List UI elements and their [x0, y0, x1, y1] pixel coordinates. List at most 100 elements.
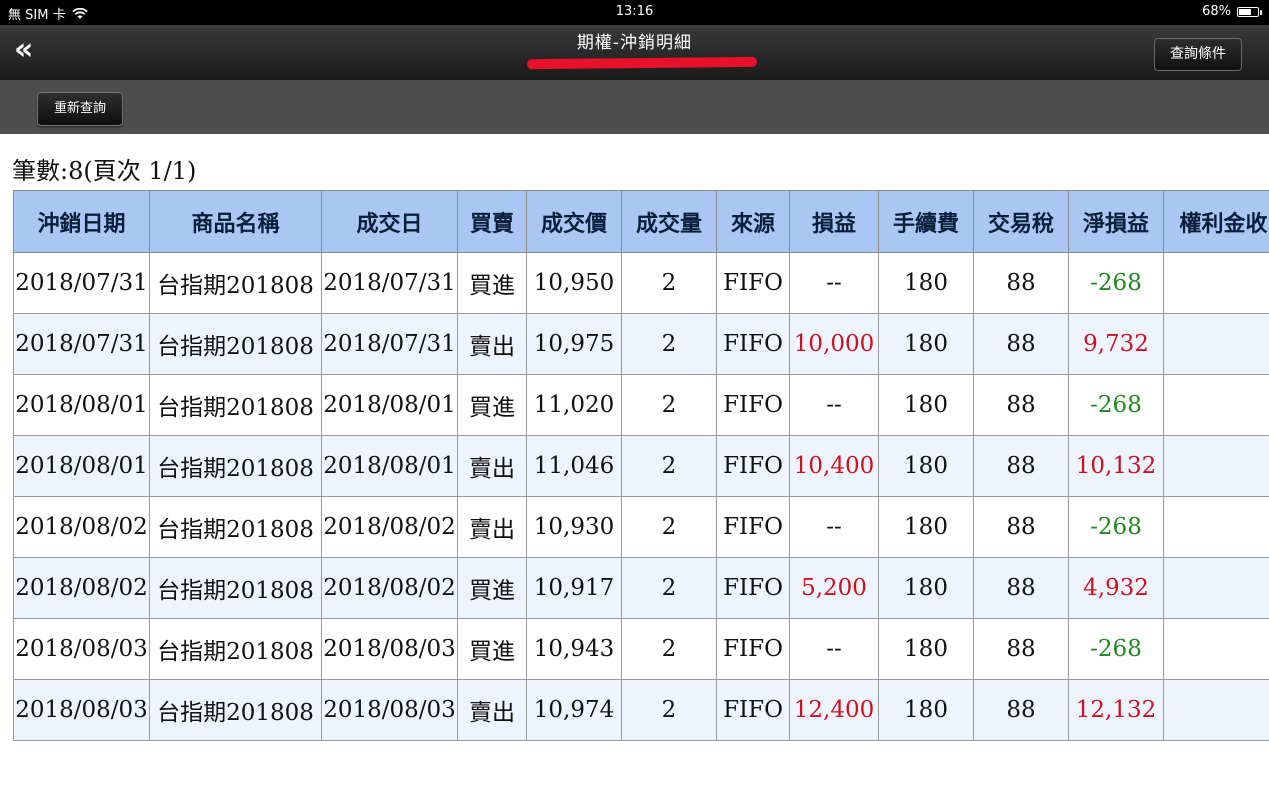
cell-volume: 2	[621, 557, 717, 619]
cell-buy-sell: 買進	[457, 557, 527, 619]
cell-product-name: 台指期201808	[149, 435, 322, 497]
cell-premium	[1163, 252, 1269, 314]
cell-net-pnl: -268	[1068, 374, 1164, 436]
back-button[interactable]: «	[14, 35, 50, 67]
table-header-row: 沖銷日期 商品名稱 成交日 買賣 成交價 成交量 來源 損益 手續費 交易稅 淨損益 權利金收	[13, 190, 1269, 253]
cell-offset-date: 2018/07/31	[13, 252, 150, 314]
cell-trade-date: 2018/08/01	[321, 374, 458, 436]
table-row[interactable]: 2018/08/03 台指期201808 2018/08/03 賣出 10,974 2 FI…	[13, 679, 1269, 741]
table-row[interactable]: 2018/08/02 台指期201808 2018/08/02 賣出 10,930 2 FI…	[13, 496, 1269, 558]
cell-price: 10,943	[526, 618, 622, 680]
cell-premium	[1163, 313, 1269, 375]
cell-volume: 2	[621, 435, 717, 497]
cell-pnl: 12,400	[789, 679, 879, 741]
header-volume: 成交量	[621, 190, 717, 253]
cell-volume: 2	[621, 313, 717, 375]
cell-tax: 88	[973, 618, 1069, 680]
cell-buy-sell: 買進	[457, 252, 527, 314]
cell-pnl: --	[789, 374, 879, 436]
cell-tax: 88	[973, 557, 1069, 619]
header-price: 成交價	[526, 190, 622, 253]
cell-source: FIFO	[716, 618, 790, 680]
cell-buy-sell: 賣出	[457, 679, 527, 741]
cell-premium	[1163, 374, 1269, 436]
cell-product-name: 台指期201808	[149, 313, 322, 375]
cell-fee: 180	[878, 618, 974, 680]
cell-trade-date: 2018/07/31	[321, 252, 458, 314]
cell-buy-sell: 賣出	[457, 496, 527, 558]
table-row[interactable]: 2018/08/02 台指期201808 2018/08/02 買進 10,917 2 FI…	[13, 557, 1269, 619]
cell-buy-sell: 賣出	[457, 313, 527, 375]
cell-tax: 88	[973, 313, 1069, 375]
cell-source: FIFO	[716, 313, 790, 375]
battery-percent: 68%	[1202, 4, 1231, 19]
cell-premium	[1163, 435, 1269, 497]
cell-pnl: --	[789, 496, 879, 558]
cell-volume: 2	[621, 252, 717, 314]
table-row[interactable]: 2018/08/01 台指期201808 2018/08/01 賣出 11,046 2 FI…	[13, 435, 1269, 497]
cell-net-pnl: -268	[1068, 252, 1164, 314]
status-bar: 無 SIM 卡 13:16 68%	[0, 0, 1269, 25]
cell-price: 10,975	[526, 313, 622, 375]
cell-price: 11,020	[526, 374, 622, 436]
cell-price: 10,974	[526, 679, 622, 741]
cell-offset-date: 2018/08/02	[13, 496, 150, 558]
cell-volume: 2	[621, 496, 717, 558]
header-premium: 權利金收	[1163, 190, 1269, 253]
query-conditions-button[interactable]: 查詢條件	[1154, 38, 1242, 71]
cell-source: FIFO	[716, 252, 790, 314]
cell-product-name: 台指期201808	[149, 618, 322, 680]
cell-tax: 88	[973, 679, 1069, 741]
results-table-container[interactable]: 沖銷日期 商品名稱 成交日 買賣 成交價 成交量 來源 損益 手續費 交易稅 淨損益 權利金收 201…	[13, 190, 1269, 750]
results-table: 沖銷日期 商品名稱 成交日 買賣 成交價 成交量 來源 損益 手續費 交易稅 淨損益 權利金收 201…	[13, 190, 1269, 741]
cell-net-pnl: 9,732	[1068, 313, 1164, 375]
cell-net-pnl: -268	[1068, 618, 1164, 680]
cell-fee: 180	[878, 557, 974, 619]
cell-offset-date: 2018/08/01	[13, 374, 150, 436]
cell-fee: 180	[878, 313, 974, 375]
cell-net-pnl: 10,132	[1068, 435, 1164, 497]
cell-price: 10,950	[526, 252, 622, 314]
cell-fee: 180	[878, 435, 974, 497]
cell-pnl: --	[789, 252, 879, 314]
header-net-pnl: 淨損益	[1068, 190, 1164, 253]
page-title: 期權-沖銷明細	[576, 33, 693, 53]
cell-product-name: 台指期201808	[149, 252, 322, 314]
cell-net-pnl: 12,132	[1068, 679, 1164, 741]
cell-pnl: --	[789, 618, 879, 680]
cell-pnl: 10,400	[789, 435, 879, 497]
cell-fee: 180	[878, 252, 974, 314]
cell-source: FIFO	[716, 374, 790, 436]
cell-buy-sell: 賣出	[457, 435, 527, 497]
table-row[interactable]: 2018/08/03 台指期201808 2018/08/03 買進 10,943 2 FI…	[13, 618, 1269, 680]
header-pnl: 損益	[789, 190, 879, 253]
header-product-name: 商品名稱	[149, 190, 322, 253]
redaction-mark	[526, 56, 758, 70]
cell-trade-date: 2018/08/03	[321, 679, 458, 741]
header-tax: 交易稅	[973, 190, 1069, 253]
cell-offset-date: 2018/08/03	[13, 618, 150, 680]
cell-product-name: 台指期201808	[149, 557, 322, 619]
clock: 13:16	[615, 4, 654, 19]
cell-tax: 88	[973, 435, 1069, 497]
requery-button[interactable]: 重新查詢	[37, 92, 123, 126]
cell-fee: 180	[878, 374, 974, 436]
header-offset-date: 沖銷日期	[13, 190, 150, 253]
cell-buy-sell: 買進	[457, 374, 527, 436]
table-row[interactable]: 2018/07/31 台指期201808 2018/07/31 賣出 10,975 2 FI…	[13, 313, 1269, 375]
cell-premium	[1163, 679, 1269, 741]
table-row[interactable]: 2018/07/31 台指期201808 2018/07/31 買進 10,950 2 FI…	[13, 252, 1269, 314]
cell-fee: 180	[878, 679, 974, 741]
cell-buy-sell: 買進	[457, 618, 527, 680]
nav-bar: « 期權-沖銷明細 查詢條件	[0, 25, 1269, 80]
cell-volume: 2	[621, 679, 717, 741]
cell-offset-date: 2018/07/31	[13, 313, 150, 375]
cell-trade-date: 2018/08/03	[321, 618, 458, 680]
cell-premium	[1163, 618, 1269, 680]
cell-pnl: 5,200	[789, 557, 879, 619]
cell-offset-date: 2018/08/03	[13, 679, 150, 741]
table-row[interactable]: 2018/08/01 台指期201808 2018/08/01 買進 11,020 2 FI…	[13, 374, 1269, 436]
cell-source: FIFO	[716, 496, 790, 558]
cell-trade-date: 2018/08/02	[321, 496, 458, 558]
cell-tax: 88	[973, 496, 1069, 558]
